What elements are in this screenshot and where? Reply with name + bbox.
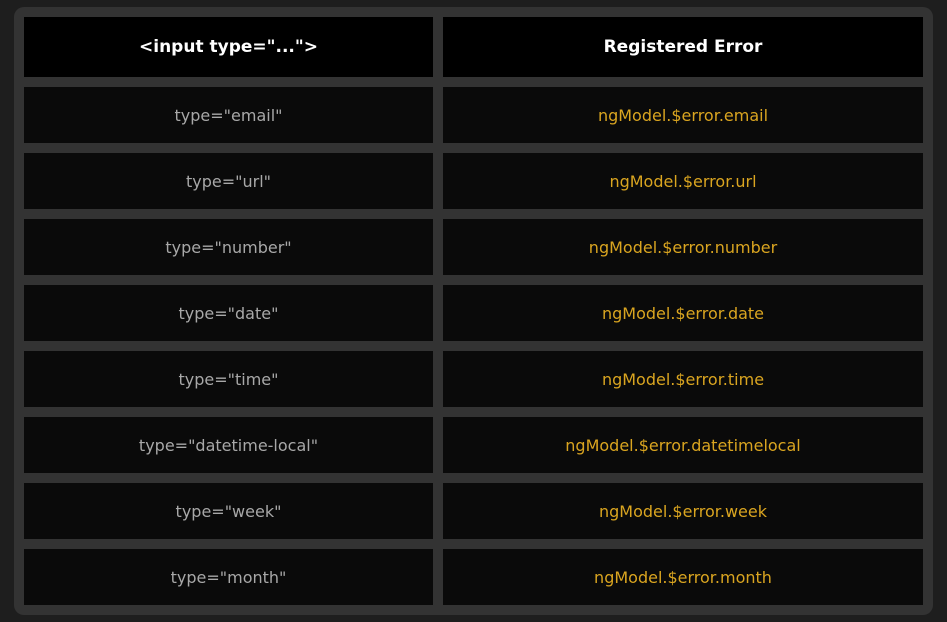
table-row: type="date" ngModel.$error.date xyxy=(24,285,923,341)
cell-registered-error: ngModel.$error.number xyxy=(443,219,923,275)
cell-registered-error: ngModel.$error.week xyxy=(443,483,923,539)
cell-input-type: type="url" xyxy=(24,153,433,209)
cell-input-type: type="email" xyxy=(24,87,433,143)
cell-input-type: type="week" xyxy=(24,483,433,539)
header-input-type: <input type="..."> xyxy=(24,17,433,77)
cell-registered-error: ngModel.$error.time xyxy=(443,351,923,407)
cell-input-type: type="month" xyxy=(24,549,433,605)
table-row: type="url" ngModel.$error.url xyxy=(24,153,923,209)
cell-input-type: type="datetime-local" xyxy=(24,417,433,473)
table-frame: <input type="..."> Registered Error type… xyxy=(14,7,933,615)
table-row: type="datetime-local" ngModel.$error.dat… xyxy=(24,417,923,473)
table-row: type="month" ngModel.$error.month xyxy=(24,549,923,605)
header-registered-error: Registered Error xyxy=(443,17,923,77)
cell-registered-error: ngModel.$error.date xyxy=(443,285,923,341)
cell-registered-error: ngModel.$error.datetimelocal xyxy=(443,417,923,473)
cell-registered-error: ngModel.$error.month xyxy=(443,549,923,605)
input-type-error-table: <input type="..."> Registered Error type… xyxy=(14,7,933,615)
table-header-row: <input type="..."> Registered Error xyxy=(24,17,923,77)
cell-input-type: type="number" xyxy=(24,219,433,275)
table-row: type="number" ngModel.$error.number xyxy=(24,219,923,275)
table-row: type="week" ngModel.$error.week xyxy=(24,483,923,539)
table-row: type="email" ngModel.$error.email xyxy=(24,87,923,143)
table-row: type="time" ngModel.$error.time xyxy=(24,351,923,407)
cell-registered-error: ngModel.$error.url xyxy=(443,153,923,209)
cell-input-type: type="time" xyxy=(24,351,433,407)
cell-input-type: type="date" xyxy=(24,285,433,341)
cell-registered-error: ngModel.$error.email xyxy=(443,87,923,143)
